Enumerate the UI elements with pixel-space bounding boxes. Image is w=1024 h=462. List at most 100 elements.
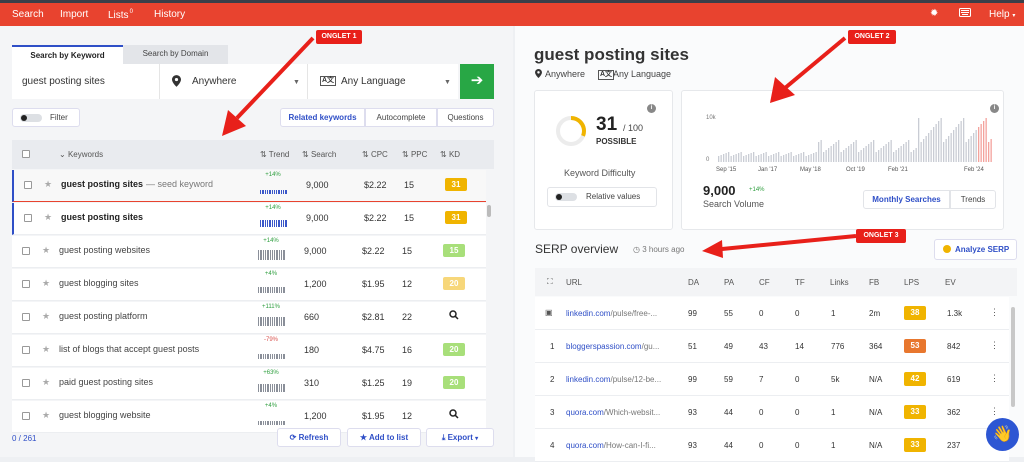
table-row[interactable]: ★ guest posting sites +14% 9,000 $2.22 15 31 (12, 203, 486, 235)
chat-wave-button[interactable]: 👋 (986, 418, 1019, 451)
tab-monthly-searches[interactable]: Monthly Searches (863, 190, 950, 209)
star-icon[interactable]: ★ (44, 212, 52, 223)
header-ppc[interactable]: ⇅ PPC (402, 150, 427, 159)
keyword-cell[interactable]: guest blogging sites (59, 278, 139, 288)
location-select[interactable]: Anywhere (160, 64, 308, 99)
star-icon[interactable]: ★ (42, 344, 50, 355)
serp-header-cf[interactable]: CF (759, 278, 770, 287)
settings-gear-icon[interactable]: ✹ (930, 8, 938, 19)
export-label: Export (447, 433, 473, 442)
info-icon[interactable]: i (647, 104, 656, 113)
star-icon[interactable]: ★ (42, 311, 50, 322)
row-checkbox[interactable] (22, 247, 30, 255)
row-checkbox[interactable] (22, 412, 30, 420)
serp-header-url[interactable]: URL (566, 278, 582, 287)
serp-row[interactable]: 1 bloggerspassion.com/gu... 51 49 43 14 776 364… (535, 330, 1009, 363)
serp-row[interactable]: 2 linkedin.com/pulse/12-be... 99 59 7 0 5k N/A 6… (535, 363, 1009, 396)
tab-questions[interactable]: Questions (437, 108, 494, 127)
refresh-button[interactable]: ⟳ Refresh (277, 428, 341, 447)
volume-bar (978, 127, 980, 162)
serp-header-tf[interactable]: TF (795, 278, 805, 287)
more-options-icon[interactable]: ⋮ (990, 340, 999, 351)
serp-header-ev[interactable]: EV (945, 278, 956, 287)
serp-header-da[interactable]: DA (688, 278, 699, 287)
table-row[interactable]: ★ guest posting websites +14% 9,000 $2.22 15 1… (12, 236, 486, 268)
serp-url-link[interactable]: linkedin.com/pulse/12-be... (566, 375, 661, 384)
tab-search-by-keyword[interactable]: Search by Keyword (12, 45, 123, 64)
table-row[interactable]: ★ guest blogging sites +4% 1,200 $1.95 12 20 (12, 269, 486, 301)
serp-row[interactable]: 4 quora.com/How-can-I-fi... 93 44 0 0 1 N/A 237 3… (535, 429, 1009, 462)
select-all-checkbox[interactable] (22, 150, 30, 158)
keyboard-icon[interactable] (959, 8, 971, 20)
row-checkbox[interactable] (22, 313, 30, 321)
serp-header-fb[interactable]: FB (869, 278, 879, 287)
keyword-cell[interactable]: guest posting platform (59, 311, 148, 321)
search-kd-icon[interactable] (449, 409, 459, 419)
header-kd[interactable]: ⇅ KD (440, 150, 460, 159)
serp-url-link[interactable]: bloggerspassion.com/gu... (566, 342, 659, 351)
help-menu[interactable]: Help ▾ (989, 9, 1015, 20)
nav-history[interactable]: History (154, 9, 185, 20)
star-icon[interactable]: ★ (42, 410, 50, 421)
serp-row[interactable]: 3 quora.com/Which-websit... 93 44 0 0 1 N/A 362 3… (535, 396, 1009, 429)
row-checkbox[interactable] (22, 280, 30, 288)
expand-icon[interactable]: ⛶ (547, 277, 553, 287)
language-icon: A文 (598, 70, 615, 80)
ppc-cell: 19 (402, 378, 413, 388)
tab-autocomplete[interactable]: Autocomplete (365, 108, 437, 127)
row-checkbox[interactable] (22, 379, 30, 387)
relative-values-switch[interactable] (555, 193, 577, 201)
keyword-cell[interactable]: guest posting websites (59, 245, 150, 255)
volume-bar (980, 124, 982, 162)
tab-search-by-domain[interactable]: Search by Domain (123, 45, 228, 64)
serp-tf-cell: 0 (795, 309, 800, 318)
serp-scrollbar[interactable] (1011, 307, 1015, 407)
search-kd-icon[interactable] (449, 310, 459, 320)
keyword-cell[interactable]: guest blogging website (59, 410, 151, 420)
nav-search[interactable]: Search (12, 9, 44, 20)
table-scrollbar[interactable] (487, 205, 491, 217)
table-row[interactable]: ★ guest posting sites — seed keyword +14% 9,… (12, 170, 486, 202)
header-keywords[interactable]: ⌄ Keywords (59, 150, 103, 159)
search-go-button[interactable]: ➔ (460, 64, 494, 99)
serp-url-link[interactable]: quora.com/Which-websit... (566, 408, 660, 417)
row-checkbox[interactable] (22, 346, 30, 354)
star-icon[interactable]: ★ (42, 278, 50, 289)
table-row[interactable]: ★ paid guest posting sites +63% 310 $1.25 19 2… (12, 368, 486, 400)
more-options-icon[interactable]: ⋮ (990, 373, 999, 384)
header-trend[interactable]: ⇅ Trend (260, 150, 289, 159)
header-search[interactable]: ⇅ Search (302, 150, 336, 159)
volume-bar (940, 118, 942, 162)
keyword-cell[interactable]: guest posting sites — seed keyword (61, 179, 213, 189)
volume-bar (905, 142, 907, 162)
serp-header-pa[interactable]: PA (724, 278, 734, 287)
serp-url-link[interactable]: linkedin.com/pulse/free-... (566, 309, 657, 318)
keyword-cell[interactable]: paid guest posting sites (59, 377, 153, 387)
export-button[interactable]: ⤓ Export ▾ (426, 428, 494, 447)
serp-row[interactable]: ▣ linkedin.com/pulse/free-... 99 55 0 0 1 2m 1.3… (535, 297, 1009, 330)
keyword-input[interactable]: guest posting sites (12, 64, 160, 99)
star-icon[interactable]: ★ (42, 245, 50, 256)
nav-import[interactable]: Import (60, 9, 88, 20)
keyword-cell[interactable]: list of blogs that accept guest posts (59, 344, 199, 354)
keyword-cell[interactable]: guest posting sites (61, 212, 143, 222)
tab-trends[interactable]: Trends (950, 190, 996, 209)
add-to-list-button[interactable]: ★ Add to list (347, 428, 421, 447)
table-row[interactable]: ★ list of blogs that accept guest posts -7… (12, 335, 486, 367)
tab-related-keywords[interactable]: Related keywords (280, 108, 365, 127)
serp-url-link[interactable]: quora.com/How-can-I-fi... (566, 441, 656, 450)
volume-bar (955, 127, 957, 162)
serp-header-links[interactable]: Links (830, 278, 849, 287)
star-icon[interactable]: ★ (44, 179, 52, 190)
lps-badge: 42 (904, 372, 926, 386)
row-checkbox[interactable] (24, 214, 32, 222)
row-checkbox[interactable] (24, 181, 32, 189)
table-row[interactable]: ★ guest posting platform +111% 660 $2.81 22 (12, 302, 486, 334)
filter-switch[interactable] (20, 114, 42, 122)
more-options-icon[interactable]: ⋮ (990, 406, 999, 417)
header-cpc[interactable]: ⇅ CPC (362, 150, 388, 159)
nav-lists[interactable]: Lists0 (108, 9, 133, 21)
star-icon[interactable]: ★ (42, 377, 50, 388)
more-options-icon[interactable]: ⋮ (990, 307, 999, 318)
serp-header-lps[interactable]: LPS (904, 278, 919, 287)
